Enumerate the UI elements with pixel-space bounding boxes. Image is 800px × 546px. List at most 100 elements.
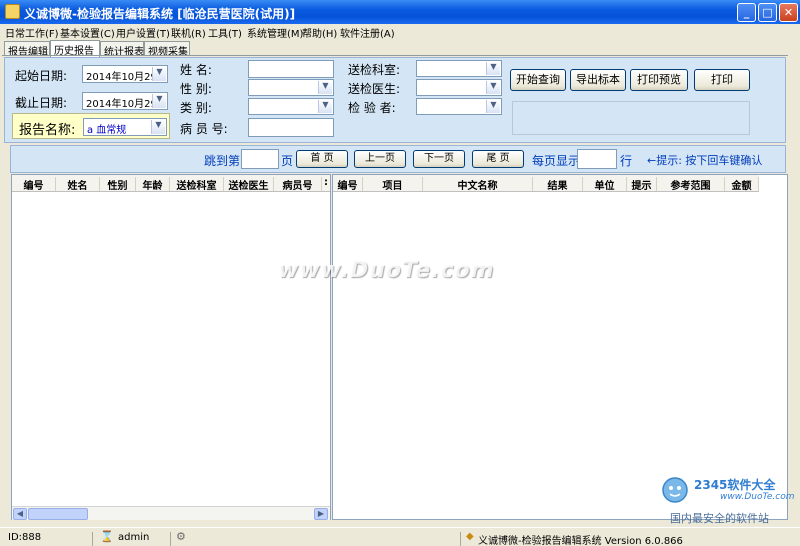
report-name-select[interactable]: a 血常规 ▼ xyxy=(83,118,167,136)
menu-user-settings[interactable]: 用户设置(T) xyxy=(116,25,170,40)
first-page-button[interactable]: 首 页 xyxy=(296,150,348,168)
mascot-icon xyxy=(662,477,688,503)
report-name-label: 报告名称: xyxy=(19,123,76,138)
patient-no-label: 病 员 号: xyxy=(180,122,228,136)
chevron-down-icon[interactable]: ▼ xyxy=(486,100,500,113)
watermark-text: www.DuoTe.com xyxy=(278,258,495,283)
user-icon: ⌛ xyxy=(100,530,114,543)
col-header-dept[interactable]: 送检科室 xyxy=(170,177,224,192)
jump-label: 跳到第 xyxy=(204,154,241,168)
col-header-item[interactable]: 项目 xyxy=(363,177,423,192)
per-page-unit-label: 行 xyxy=(620,154,633,168)
window-title: 义诚博微-检验报告编辑系统 [临沧民营医院(试用)] xyxy=(24,7,296,21)
col-header-patient-no[interactable]: 病员号 xyxy=(274,177,322,192)
start-date-label: 起始日期: xyxy=(15,69,68,83)
end-date-value: 2014年10月29 xyxy=(86,99,157,110)
maximize-button[interactable]: □ xyxy=(758,3,777,22)
col-header-no[interactable]: 编号 xyxy=(12,177,56,192)
chevron-down-icon[interactable]: ▼ xyxy=(152,67,166,81)
chevron-down-icon[interactable]: ▼ xyxy=(152,94,166,108)
col-header-overflow: : xyxy=(324,177,328,188)
jump-page-input[interactable] xyxy=(241,149,279,169)
brand-logo: 2345软件大全 www.DuoTe.com 国内最安全的软件站 xyxy=(660,472,800,526)
history-list-header: 编号 姓名 性别 年龄 送检科室 送检医生 病员号 : xyxy=(12,175,330,192)
close-button[interactable]: ✕ xyxy=(779,3,798,22)
col-header-name[interactable]: 姓名 xyxy=(56,177,100,192)
patient-no-input[interactable] xyxy=(248,118,334,137)
logo-slogan: 国内最安全的软件站 xyxy=(670,512,769,525)
print-button[interactable]: 打印 xyxy=(694,69,750,91)
minimize-button[interactable]: _ xyxy=(737,3,756,22)
col-header-unit[interactable]: 单位 xyxy=(583,177,627,192)
col-header-doctor[interactable]: 送检医生 xyxy=(224,177,274,192)
gender-label: 性 别: xyxy=(180,82,212,96)
result-detail-grid[interactable]: 编号 项目 中文名称 结果 单位 提示 参考范围 金额 xyxy=(332,174,788,520)
status-bar: ID:888 ⌛ admin ⚙ ◆ 义诚博微-检验报告编辑系统 Version… xyxy=(0,527,800,546)
last-page-button[interactable]: 尾 页 xyxy=(472,150,524,168)
tab-report-edit[interactable]: 报告编辑 xyxy=(4,41,50,58)
col-header-amount[interactable]: 金额 xyxy=(725,177,759,192)
enter-hint: ←提示: 按下回车键确认 xyxy=(647,154,763,167)
menu-bar: 日常工作(F) 基本设置(C) 用户设置(T) 联机(R) 工具(T) 系统管理… xyxy=(0,24,800,40)
menu-system-management[interactable]: 系统管理(M) xyxy=(247,25,303,40)
tab-statistics[interactable]: 统计报表 xyxy=(100,41,144,58)
chevron-down-icon[interactable]: ▼ xyxy=(486,81,500,94)
col-header-result[interactable]: 结果 xyxy=(533,177,583,192)
status-version: 义诚博微-检验报告编辑系统 Version 6.0.866 xyxy=(478,536,683,546)
chevron-down-icon[interactable]: ▼ xyxy=(318,100,332,113)
tool-icon: ⚙ xyxy=(176,530,186,543)
category-label: 类 别: xyxy=(180,101,212,115)
menu-help[interactable]: 帮助(H) xyxy=(302,25,337,40)
next-page-button[interactable]: 下一页 xyxy=(413,150,465,168)
col-header-item-no[interactable]: 编号 xyxy=(333,177,363,192)
export-specimen-button[interactable]: 导出标本 xyxy=(570,69,626,91)
dept-select[interactable]: ▼ xyxy=(416,60,502,77)
start-query-button[interactable]: 开始查询 xyxy=(510,69,566,91)
status-separator xyxy=(92,532,93,546)
inspector-select[interactable]: ▼ xyxy=(416,98,502,115)
category-select[interactable]: ▼ xyxy=(248,98,334,115)
pager-bar: 跳到第 页 首 页 上一页 下一页 尾 页 每页显示 行 ←提示: 按下回车键确… xyxy=(10,145,786,173)
chevron-down-icon[interactable]: ▼ xyxy=(151,120,165,134)
gender-select[interactable]: ▼ xyxy=(248,79,334,96)
page-unit-label: 页 xyxy=(281,154,294,168)
print-preview-button[interactable]: 打印预览 xyxy=(630,69,688,91)
result-detail-header: 编号 项目 中文名称 结果 单位 提示 参考范围 金额 xyxy=(333,175,759,192)
name-input[interactable] xyxy=(248,60,334,78)
menu-online[interactable]: 联机(R) xyxy=(171,25,206,40)
dept-label: 送检科室: xyxy=(348,63,401,77)
app-status-icon: ◆ xyxy=(466,531,474,542)
report-name-box: 报告名称: a 血常规 ▼ xyxy=(12,113,170,139)
doctor-select[interactable]: ▼ xyxy=(416,79,502,96)
col-header-flag[interactable]: 提示 xyxy=(627,177,657,192)
doctor-label: 送检医生: xyxy=(348,82,401,96)
scroll-thumb[interactable] xyxy=(28,508,88,520)
inspector-label: 检 验 者: xyxy=(348,101,396,115)
col-header-age[interactable]: 年龄 xyxy=(136,177,170,192)
tab-video-capture[interactable]: 视频采集 xyxy=(144,41,190,58)
col-header-gender[interactable]: 性别 xyxy=(100,177,136,192)
prev-page-button[interactable]: 上一页 xyxy=(354,150,406,168)
per-page-input[interactable] xyxy=(577,149,617,169)
menu-software-register[interactable]: 软件注册(A) xyxy=(340,25,395,40)
menu-daily-work[interactable]: 日常工作(F) xyxy=(5,25,59,40)
col-header-cn-name[interactable]: 中文名称 xyxy=(423,177,533,192)
menu-tools[interactable]: 工具(T) xyxy=(208,25,242,40)
start-date-value: 2014年10月29 xyxy=(86,72,157,83)
report-name-value: a 血常规 xyxy=(87,125,127,136)
scroll-right-icon[interactable]: ▶ xyxy=(314,508,328,520)
status-area xyxy=(512,101,750,135)
history-list-grid[interactable]: 编号 姓名 性别 年龄 送检科室 送检医生 病员号 : xyxy=(11,174,331,520)
menu-basic-settings[interactable]: 基本设置(C) xyxy=(60,25,115,40)
scroll-left-icon[interactable]: ◀ xyxy=(13,508,27,520)
logo-url: www.DuoTe.com xyxy=(720,492,795,502)
start-date-picker[interactable]: 2014年10月29 ▼ xyxy=(82,65,168,83)
end-date-label: 截止日期: xyxy=(15,96,68,110)
end-date-picker[interactable]: 2014年10月29 ▼ xyxy=(82,92,168,110)
status-separator xyxy=(460,532,461,546)
left-grid-hscroll[interactable]: ◀ ▶ xyxy=(12,506,330,520)
chevron-down-icon[interactable]: ▼ xyxy=(318,81,332,94)
logo-brand: 2345软件大全 xyxy=(694,478,776,492)
chevron-down-icon[interactable]: ▼ xyxy=(486,62,500,75)
col-header-ref-range[interactable]: 参考范围 xyxy=(657,177,725,192)
